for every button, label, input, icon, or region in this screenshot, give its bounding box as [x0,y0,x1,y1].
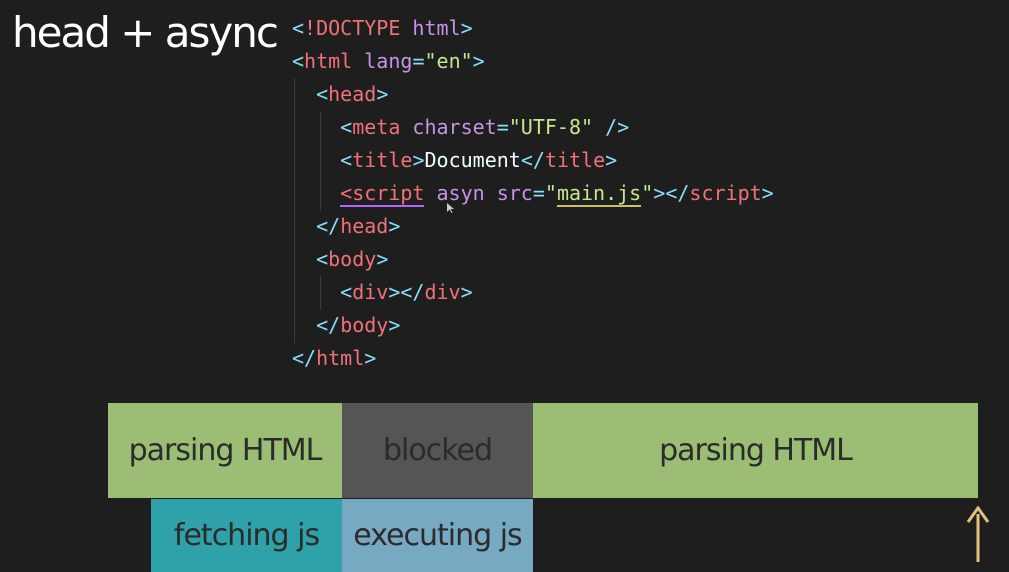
code-token: "en" [424,49,473,73]
code-token: body [328,247,377,271]
code-token: > [472,49,485,73]
code-token: </ [316,313,341,337]
code-token: "UTF-8" [508,115,594,139]
code-token: div [352,280,389,304]
code-token: main.js [556,181,642,207]
code-line: <body> [292,243,774,276]
code-line: <meta charset="UTF-8" /> [292,111,774,144]
code-token: meta [352,115,401,139]
code-token: > [460,280,473,304]
parsing-html-block-2: parsing HTML [533,403,978,498]
code-block: <!DOCTYPE html> <html lang="en"> <head> <… [292,12,774,375]
code-token: </ [520,148,545,172]
code-token: > [412,148,425,172]
code-token: > [388,214,401,238]
code-line: <div></div> [292,276,774,309]
code-token: = [532,181,545,205]
code-token: = [496,115,509,139]
code-token: < [292,49,305,73]
executing-js-block: executing js [342,499,533,572]
code-token: script [689,181,762,205]
code-token: title [544,148,606,172]
fetching-js-block: fetching js [151,499,342,572]
code-token: </ [316,214,341,238]
code-token: > [376,82,389,106]
code-token: head [340,214,389,238]
code-token: > [761,181,774,205]
code-line: <html lang="en"> [292,45,774,78]
code-token: < [340,148,353,172]
up-arrow-icon [966,506,990,562]
code-line: </body> [292,309,774,342]
code-line: <head> [292,78,774,111]
code-token: < [316,247,329,271]
code-token: html [400,16,461,40]
code-token: = [412,49,425,73]
code-token: < [316,82,329,106]
code-token: body [340,313,389,337]
code-token: lang [352,49,413,73]
code-token: < [292,16,305,40]
code-token: asyn src [424,181,533,205]
code-token: < [340,280,353,304]
code-token: < [340,115,353,139]
code-token: > [388,313,401,337]
mouse-cursor-icon [447,203,454,213]
blocked-block: blocked [342,403,533,498]
slide-title: head + async [12,8,279,57]
code-token: " [544,181,557,205]
code-token: head [328,82,377,106]
code-token: ></ [653,181,690,205]
code-token: " [641,181,654,205]
code-token: !DOCTYPE [304,16,401,40]
code-line: <!DOCTYPE html> [292,12,774,45]
code-token: /> [593,115,630,139]
code-line: <title>Document</title> [292,144,774,177]
code-token: > [364,346,377,370]
code-token: html [304,49,353,73]
parsing-html-block-1: parsing HTML [108,403,342,498]
code-line: </head> [292,210,774,243]
code-token: > [605,148,618,172]
code-line: </html> [292,342,774,375]
code-token: ></ [388,280,425,304]
code-token: html [316,346,365,370]
code-token: > [460,16,473,40]
code-token: </ [292,346,317,370]
code-token: <script [340,181,425,207]
code-token: charset [400,115,497,139]
code-token: > [376,247,389,271]
code-token: div [424,280,461,304]
code-token: title [352,148,413,172]
code-line: <script asyn src="main.js"></script> [292,177,774,210]
code-token: Document [424,148,521,172]
